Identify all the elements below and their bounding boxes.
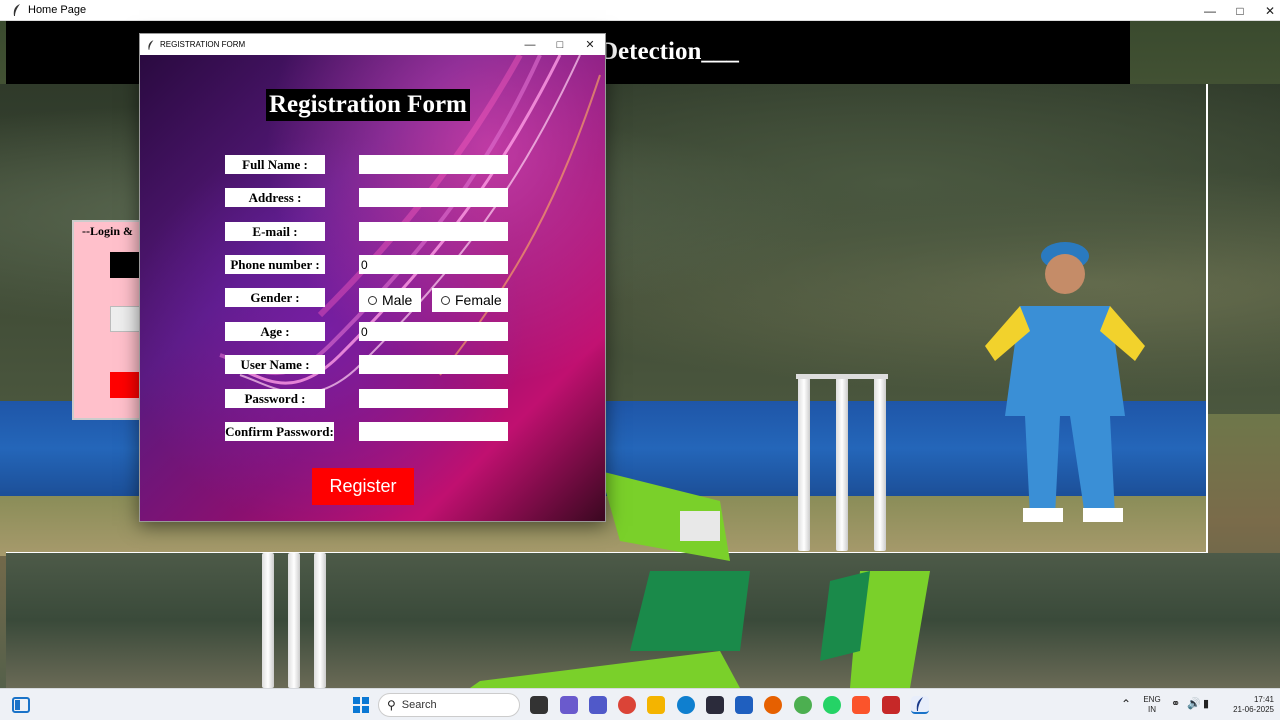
start-icon[interactable]	[352, 696, 370, 714]
search-icon: ⚲	[387, 698, 396, 712]
region-text: IN	[1148, 705, 1156, 714]
gender-label: Gender :	[225, 288, 325, 307]
registration-window-title: REGISTRATION FORM	[160, 40, 246, 49]
radio-circle-icon	[368, 295, 377, 305]
green-app-icon[interactable]	[794, 696, 812, 714]
address-input[interactable]	[359, 188, 508, 207]
network-icon[interactable]: ⚭	[1171, 697, 1180, 710]
copilot-icon[interactable]	[560, 696, 578, 714]
time-text: 17:41	[1253, 695, 1274, 704]
chrome-icon[interactable]	[618, 696, 636, 714]
header-title: Detection___	[600, 38, 739, 65]
taskbar: ⚲ Search ⌃ ENG IN ⚭ 🔊 ▮ 17:41 21-06-2025	[0, 688, 1280, 720]
python-feather-icon[interactable]	[911, 696, 929, 714]
registration-body: Registration Form Full Name : Address : …	[140, 55, 605, 521]
tray-overflow-icon[interactable]: ⌃	[1121, 697, 1131, 711]
fullname-input[interactable]	[359, 155, 508, 174]
confirm-password-label: Confirm Password:	[225, 422, 334, 441]
whatsapp-icon[interactable]	[823, 696, 841, 714]
close-icon[interactable]: ✕	[576, 34, 604, 55]
maximize-icon[interactable]: □	[546, 34, 574, 55]
gender-female-label: Female	[455, 292, 502, 308]
registration-heading: Registration Form	[266, 89, 470, 121]
minimize-icon[interactable]: —	[1195, 0, 1225, 21]
username-label: User Name :	[225, 355, 325, 374]
registration-window: REGISTRATION FORM — □ ✕ Registration For…	[139, 33, 606, 522]
app-red-icon[interactable]	[882, 696, 900, 714]
password-label: Password :	[225, 389, 325, 408]
main-titlebar: Home Page — □ ✕	[0, 0, 1280, 21]
email-input[interactable]	[359, 222, 508, 241]
search-placeholder: Search	[401, 699, 437, 711]
login-panel-label: --Login &	[82, 224, 133, 238]
registration-titlebar: REGISTRATION FORM — □ ✕	[140, 34, 605, 55]
date-text: 21-06-2025	[1233, 705, 1274, 714]
register-button[interactable]: Register	[312, 468, 414, 505]
stump	[314, 553, 326, 688]
image-edge	[1206, 84, 1208, 554]
radio-circle-icon	[441, 295, 450, 305]
gender-male-label: Male	[382, 292, 413, 308]
password-input[interactable]	[359, 389, 508, 408]
widgets-icon[interactable]	[12, 696, 30, 714]
file-explorer-icon[interactable]	[647, 696, 665, 714]
clock[interactable]: 17:41 21-06-2025	[1222, 695, 1274, 715]
confirm-password-input[interactable]	[359, 422, 508, 441]
gender-female-radio[interactable]: Female	[432, 288, 508, 312]
maximize-icon[interactable]: □	[1225, 0, 1255, 21]
store-icon[interactable]	[735, 696, 753, 714]
phone-input[interactable]	[359, 255, 508, 274]
firefox-icon[interactable]	[764, 696, 782, 714]
battery-icon[interactable]: ▮	[1203, 697, 1209, 710]
app-cube-icon[interactable]	[706, 696, 724, 714]
minimize-icon[interactable]: —	[516, 34, 544, 55]
taskbar-search[interactable]: ⚲ Search	[378, 693, 520, 717]
language-indicator[interactable]: ENG IN	[1140, 695, 1164, 715]
email-label: E-mail :	[225, 222, 325, 241]
brave-icon[interactable]	[852, 696, 870, 714]
stump	[262, 553, 274, 688]
edge-icon[interactable]	[677, 696, 695, 714]
fullname-label: Full Name :	[225, 155, 325, 174]
age-label: Age :	[225, 322, 325, 341]
fielder-figure	[985, 242, 1145, 522]
age-input[interactable]	[359, 322, 508, 341]
login-panel: --Login &	[72, 220, 144, 420]
gender-male-radio[interactable]: Male	[359, 288, 421, 312]
main-window-title: Home Page	[28, 4, 87, 16]
volume-icon[interactable]: 🔊	[1187, 697, 1201, 710]
phone-label: Phone number :	[225, 255, 325, 274]
close-icon[interactable]: ✕	[1255, 0, 1280, 21]
task-view-icon[interactable]	[530, 696, 548, 714]
language-text: ENG	[1143, 695, 1161, 704]
address-label: Address :	[225, 188, 325, 207]
stump	[288, 553, 300, 688]
username-input[interactable]	[359, 355, 508, 374]
teams-icon[interactable]	[589, 696, 607, 714]
bails	[796, 374, 888, 379]
feather-icon	[148, 39, 154, 50]
feather-icon	[13, 4, 20, 16]
